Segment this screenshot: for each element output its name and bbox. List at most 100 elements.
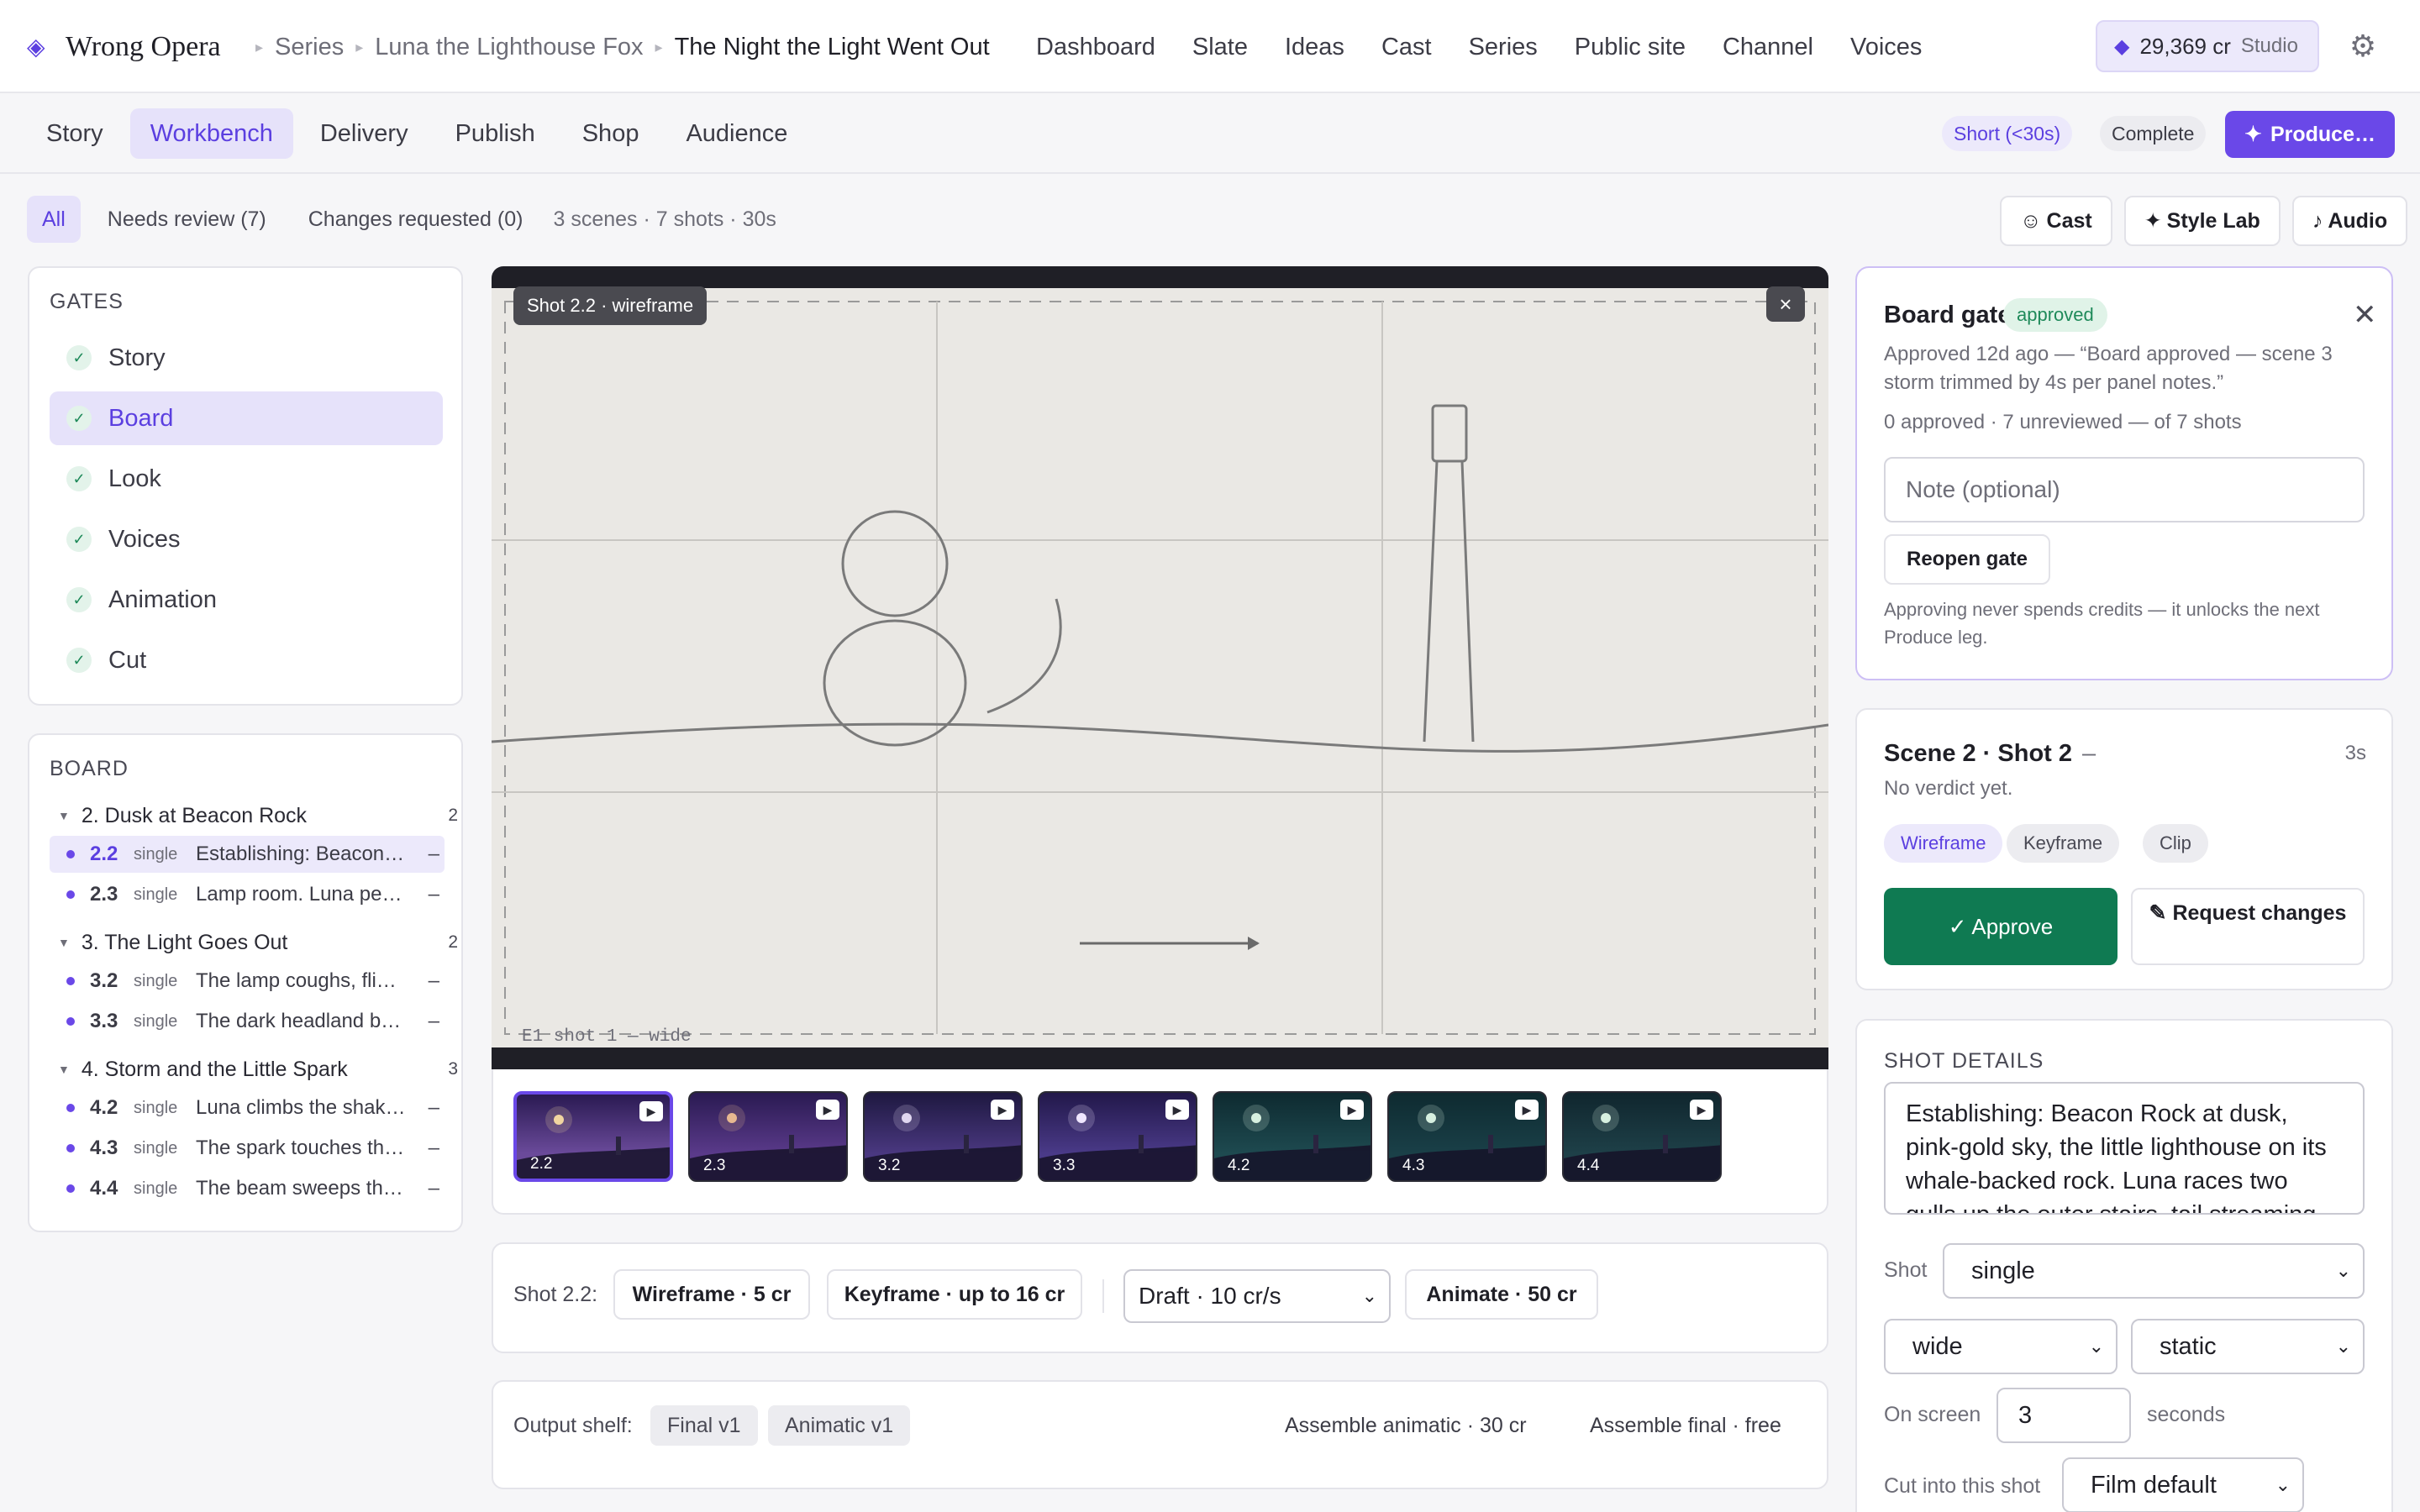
tab-publish[interactable]: Publish xyxy=(435,108,555,159)
scene-group-header[interactable]: ▼ 3. The Light Goes Out 2 xyxy=(58,926,458,959)
request-changes-button[interactable]: ✎ Request changes xyxy=(2131,888,2365,965)
check-icon: ✓ xyxy=(66,587,92,612)
nav-public-site[interactable]: Public site xyxy=(1575,34,1686,61)
episode-tabs: Story Workbench Delivery Publish Shop Au… xyxy=(28,108,814,159)
shot-list-item[interactable]: 2.3 single Lamp room. Luna peers in – xyxy=(50,876,445,913)
music-note-icon: ♪ xyxy=(2312,208,2323,233)
on-screen-seconds-input[interactable]: 3 xyxy=(1996,1388,2131,1443)
shot-text: Luna climbs the shaking stairs xyxy=(196,1096,406,1119)
gate-voices[interactable]: ✓ Voices xyxy=(50,512,443,566)
shot-dot-icon xyxy=(66,1184,75,1193)
shot-thumbnail[interactable]: ▶ 3.3 xyxy=(1038,1091,1197,1182)
nav-slate[interactable]: Slate xyxy=(1192,34,1248,61)
shot-thumbnail[interactable]: ▶ 2.3 xyxy=(688,1091,848,1182)
shot-kind: single xyxy=(134,1179,178,1198)
shot-type-select[interactable]: single ⌄ xyxy=(1943,1243,2365,1299)
gate-board[interactable]: ✓ Board xyxy=(50,391,443,445)
gear-icon[interactable]: ⚙ xyxy=(2346,29,2380,63)
wireframe-button[interactable]: Wireframe · 5 cr xyxy=(613,1269,810,1320)
breadcrumb-episode[interactable]: The Night the Light Went Out xyxy=(675,34,990,61)
shot-thumbnail[interactable]: ▶ 2.2 xyxy=(513,1091,673,1182)
shot-details-panel: SHOT DETAILS Establishing: Beacon Rock a… xyxy=(1855,1019,2393,1512)
audio-button[interactable]: ♪ Audio xyxy=(2291,196,2408,246)
shot-thumbnail[interactable]: ▶ 4.3 xyxy=(1387,1091,1547,1182)
gate-label: Look xyxy=(108,465,161,492)
nav-dashboard[interactable]: Dashboard xyxy=(1036,34,1155,61)
stage-clip-pill[interactable]: Clip xyxy=(2143,824,2208,863)
close-icon[interactable]: × xyxy=(1766,286,1805,322)
gate-animation[interactable]: ✓ Animation xyxy=(50,573,443,627)
board-gate-card: Board gate approved ✕ Approved 12d ago —… xyxy=(1855,266,2393,680)
scene-group-header[interactable]: ▼ 2. Dusk at Beacon Rock 2 xyxy=(58,799,458,832)
animate-button[interactable]: Animate · 50 cr xyxy=(1405,1269,1598,1320)
credits-plan: Studio xyxy=(2240,34,2298,57)
gate-cut[interactable]: ✓ Cut xyxy=(50,633,443,687)
cut-transition-select[interactable]: Film default ⌄ xyxy=(2062,1457,2304,1512)
nav-ideas[interactable]: Ideas xyxy=(1285,34,1344,61)
check-icon: ✓ xyxy=(66,527,92,552)
wireframe-canvas[interactable]: E1 shot 1 — wide xyxy=(492,288,1828,1047)
shot-list-item[interactable]: 3.3 single The dark headland below – xyxy=(50,1003,445,1040)
scene-title: 2. Dusk at Beacon Rock xyxy=(81,803,308,827)
sparkle-icon: ✦ xyxy=(2244,123,2262,146)
gate-story[interactable]: ✓ Story xyxy=(50,331,443,385)
shot-number: 3.3 xyxy=(90,1010,118,1032)
shot-list-item[interactable]: 3.2 single The lamp coughs, flickers – xyxy=(50,963,445,1000)
assemble-final-button[interactable]: Assemble final · free xyxy=(1590,1414,1781,1438)
style-lab-button[interactable]: ✦ Style Lab xyxy=(2123,196,2281,246)
reopen-gate-button[interactable]: Reopen gate xyxy=(1884,534,2050,585)
credits-balance[interactable]: ◆ 29,369 cr Studio xyxy=(2096,20,2319,72)
board-title: BOARD xyxy=(50,757,129,780)
keyframe-button[interactable]: Keyframe · up to 16 cr xyxy=(827,1269,1082,1320)
gate-note-input[interactable]: Note (optional) xyxy=(1884,457,2365,522)
shot-number: 2.2 xyxy=(90,843,118,865)
draft-quality-select[interactable]: Draft · 10 cr/s ⌄ xyxy=(1123,1269,1391,1323)
tab-delivery[interactable]: Delivery xyxy=(300,108,429,159)
cast-button[interactable]: ☺ Cast xyxy=(2000,196,2112,246)
filter-all[interactable]: All xyxy=(27,196,81,243)
shot-dot-icon xyxy=(66,1144,75,1152)
camera-motion-select[interactable]: static ⌄ xyxy=(2131,1319,2365,1374)
tab-workbench[interactable]: Workbench xyxy=(129,108,293,159)
generation-action-bar: Shot 2.2: Wireframe · 5 cr Keyframe · up… xyxy=(492,1242,1828,1353)
gate-look[interactable]: ✓ Look xyxy=(50,452,443,506)
filter-needs-review[interactable]: Needs review (7) xyxy=(92,196,281,243)
thumbnail-label: 4.4 xyxy=(1577,1157,1600,1174)
shot-thumbnail[interactable]: ▶ 3.2 xyxy=(863,1091,1023,1182)
shot-list-item[interactable]: 2.2 single Establishing: Beacon Rock at … xyxy=(50,836,445,873)
nav-cast[interactable]: Cast xyxy=(1381,34,1432,61)
diamond-icon: ◈ xyxy=(27,34,45,60)
nav-channel[interactable]: Channel xyxy=(1723,34,1813,61)
thumbnail-label: 2.2 xyxy=(530,1155,553,1173)
shot-list-item[interactable]: 4.2 single Luna climbs the shaking stair… xyxy=(50,1089,445,1126)
scene-group-header[interactable]: ▼ 4. Storm and the Little Spark 3 xyxy=(58,1053,458,1086)
stage-keyframe-pill[interactable]: Keyframe xyxy=(2007,824,2120,863)
tab-audience[interactable]: Audience xyxy=(666,108,808,159)
output-shelf-label: Output shelf: xyxy=(513,1414,633,1437)
approve-button[interactable]: ✓ Approve xyxy=(1884,888,2118,965)
output-animatic-chip[interactable]: Animatic v1 xyxy=(768,1405,911,1446)
framing-select[interactable]: wide ⌄ xyxy=(1884,1319,2118,1374)
shot-list-item[interactable]: 4.4 single The beam sweeps the sea – xyxy=(50,1170,445,1207)
scene-shot-count: 2 xyxy=(448,932,458,952)
brand[interactable]: ◈ Wrong Opera xyxy=(27,25,221,69)
shot-thumbnail[interactable]: ▶ 4.2 xyxy=(1213,1091,1372,1182)
tab-shop[interactable]: Shop xyxy=(562,108,660,159)
shot-thumbnail[interactable]: ▶ 4.4 xyxy=(1562,1091,1722,1182)
style-lab-label: Style Lab xyxy=(2166,208,2260,233)
nav-voices[interactable]: Voices xyxy=(1850,34,1922,61)
assemble-animatic-button[interactable]: Assemble animatic · 30 cr xyxy=(1285,1414,1527,1438)
breadcrumb-series[interactable]: Series xyxy=(275,34,344,61)
close-icon[interactable]: ✕ xyxy=(2353,298,2377,332)
tab-story[interactable]: Story xyxy=(28,108,124,159)
shot-list-item[interactable]: 4.3 single The spark touches the wick – xyxy=(50,1130,445,1167)
stage-wireframe-pill[interactable]: Wireframe xyxy=(1884,824,2003,863)
breadcrumb-show[interactable]: Luna the Lighthouse Fox xyxy=(375,34,643,61)
shot-description-textarea[interactable]: Establishing: Beacon Rock at dusk, pink-… xyxy=(1884,1082,2365,1215)
produce-button[interactable]: ✦ Produce… xyxy=(2225,111,2395,158)
shot-number: 2.3 xyxy=(90,883,118,906)
filter-changes-requested[interactable]: Changes requested (0) xyxy=(293,196,539,243)
gate-label: Animation xyxy=(108,585,217,613)
output-final-chip[interactable]: Final v1 xyxy=(650,1405,758,1446)
nav-series[interactable]: Series xyxy=(1469,34,1538,61)
